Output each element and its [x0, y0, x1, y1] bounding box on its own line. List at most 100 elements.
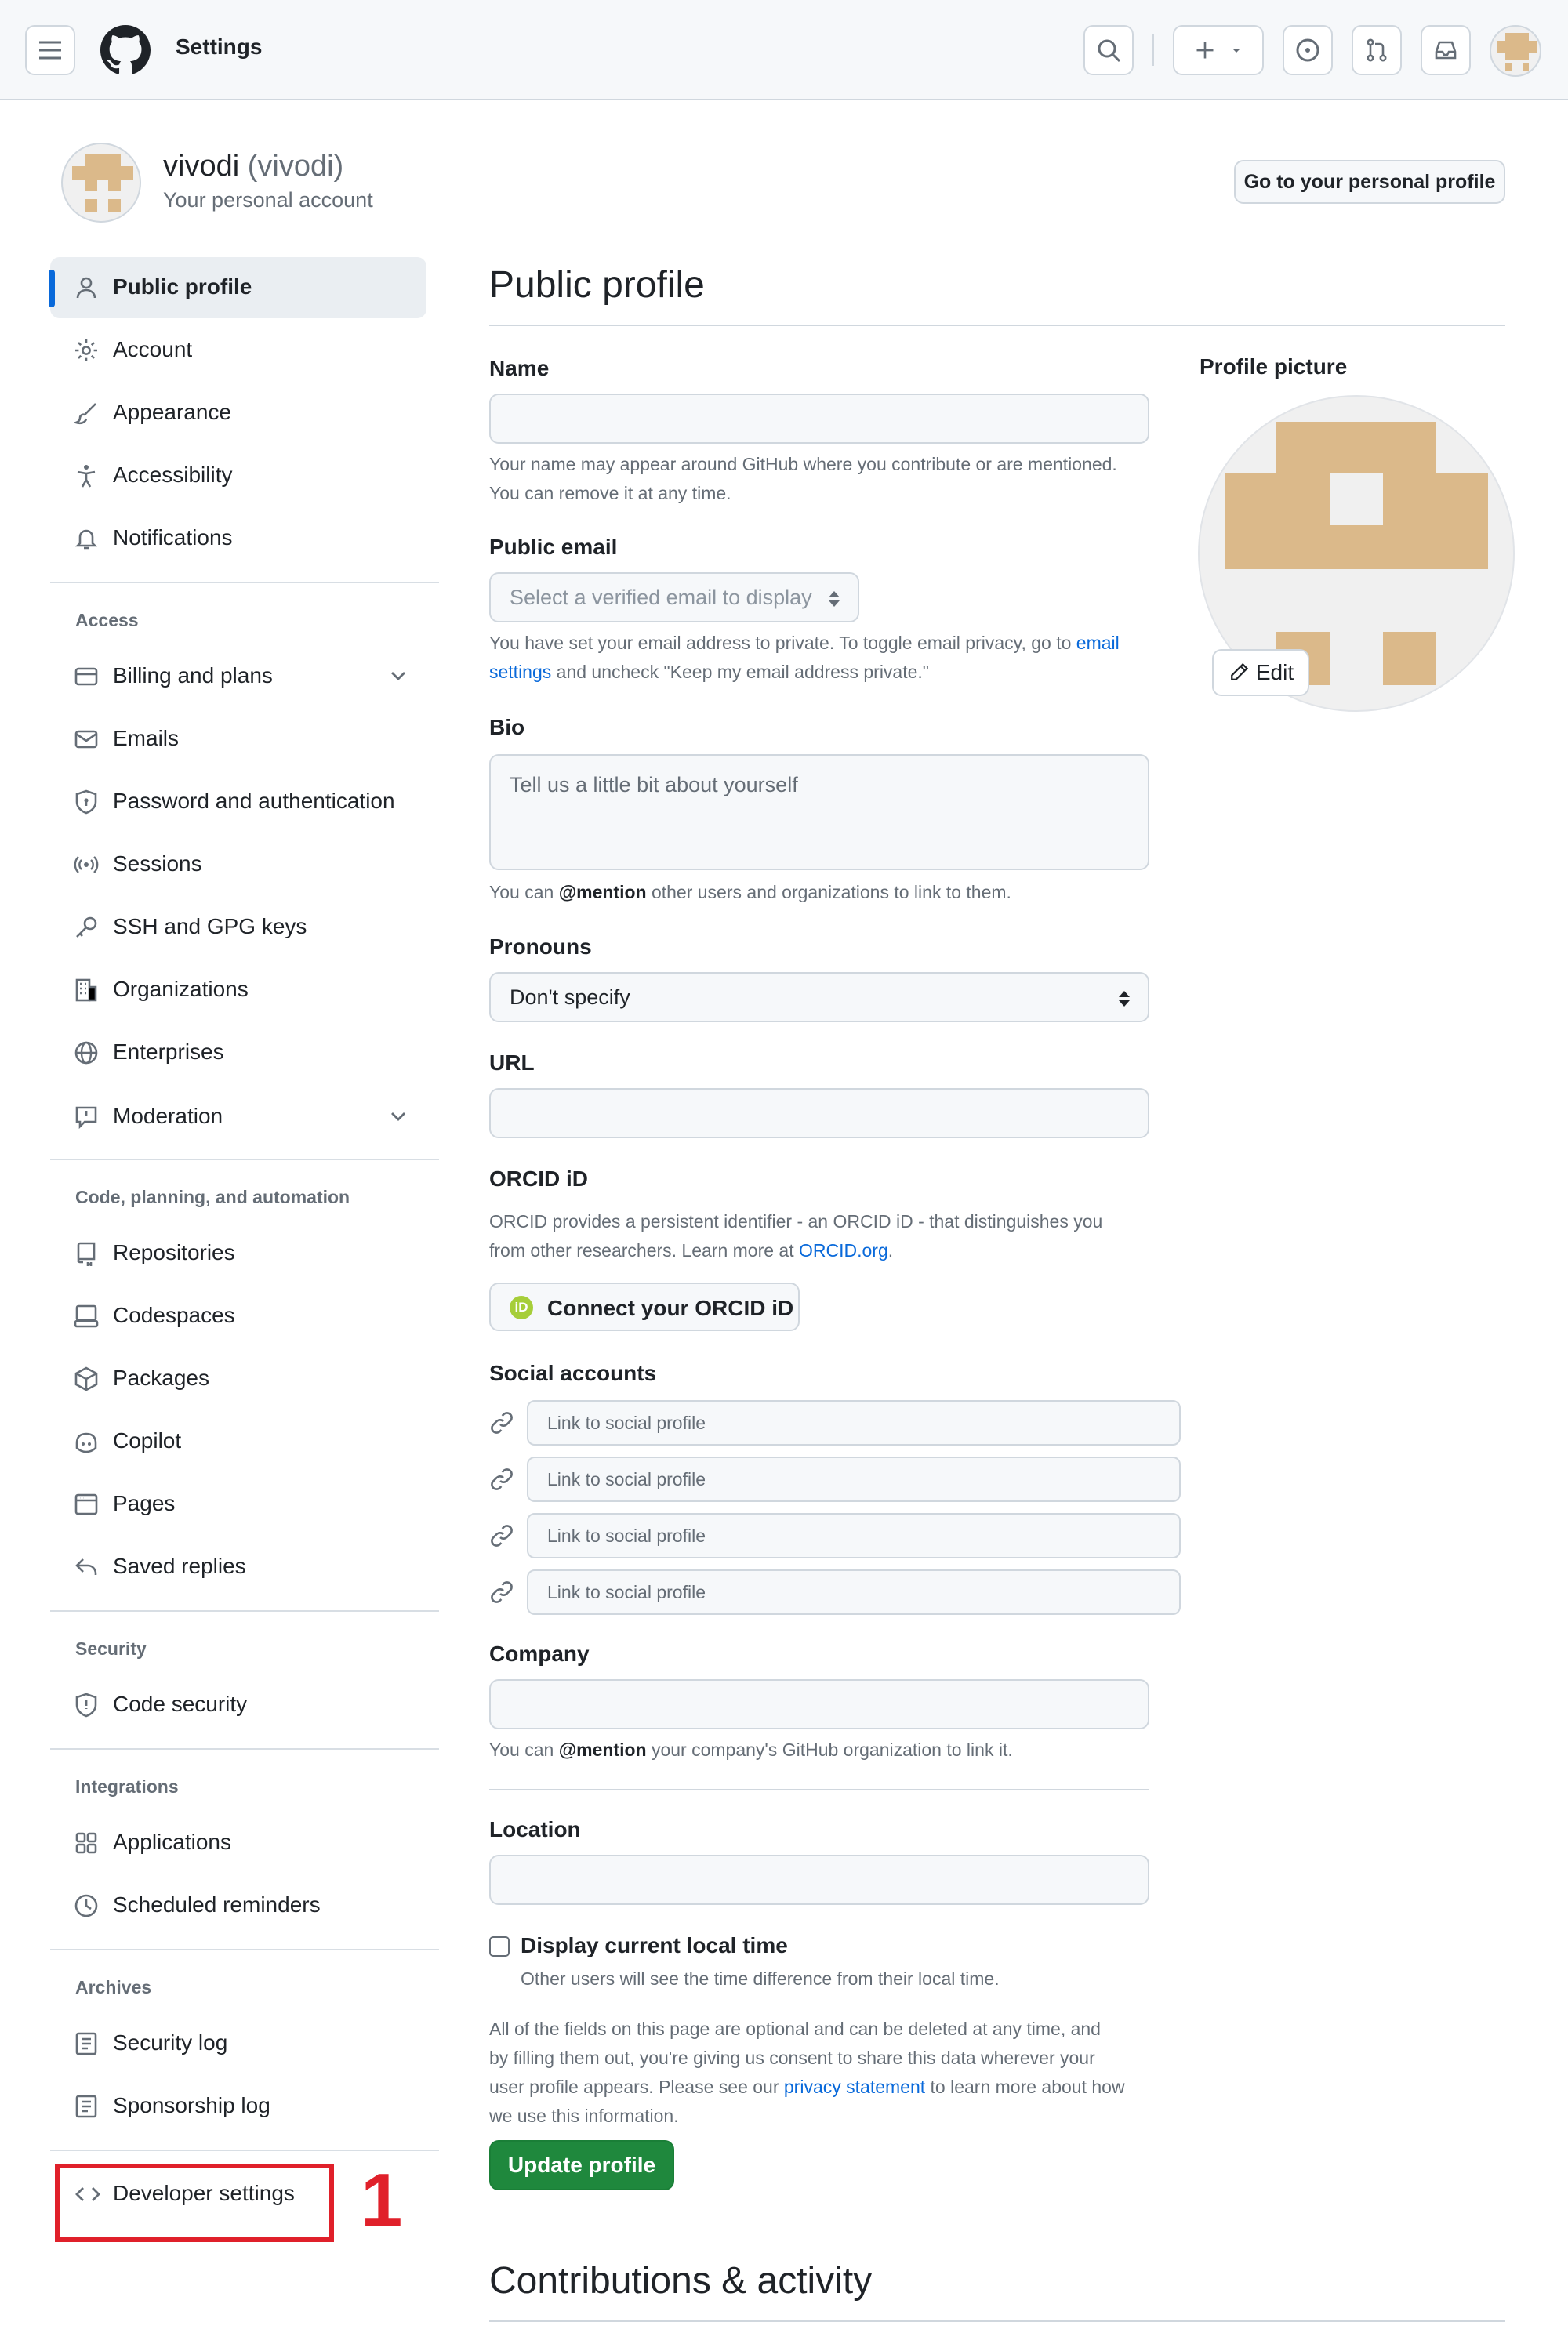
- sidebar-item-label: Password and authentication: [113, 789, 395, 813]
- sidebar-item-label: Organizations: [113, 977, 249, 1001]
- sidebar-item-security-log[interactable]: Security log: [50, 2013, 426, 2074]
- paintbrush-icon: [74, 403, 96, 425]
- name-note-line-1: Your name may appear around GitHub where…: [489, 454, 1117, 474]
- sidebar-item-applications[interactable]: Applications: [50, 1812, 426, 1874]
- social-link-input-4[interactable]: Link to social profile: [527, 1569, 1181, 1615]
- company-input[interactable]: [489, 1679, 1149, 1729]
- sidebar-item-packages[interactable]: Packages: [50, 1348, 426, 1410]
- email-settings-link[interactable]: email: [1076, 633, 1120, 653]
- name-input[interactable]: [489, 394, 1149, 444]
- email-settings-link-cont[interactable]: settings: [489, 662, 551, 682]
- sidebar-item-billing[interactable]: Billing and plans: [50, 646, 426, 707]
- company-note: You can @mention your company's GitHub o…: [489, 1736, 1156, 1765]
- section-divider: [489, 1789, 1149, 1790]
- pronouns-select-value: Don't specify: [510, 985, 630, 1009]
- company-label: Company: [489, 1642, 590, 1666]
- sidebar-item-pages[interactable]: Pages: [50, 1474, 426, 1535]
- sidebar-item-sessions[interactable]: Sessions: [50, 834, 426, 895]
- create-new-button[interactable]: [1173, 25, 1264, 75]
- page-context-title[interactable]: Settings: [176, 34, 262, 60]
- pronouns-select[interactable]: Don't specify: [489, 972, 1149, 1022]
- sidebar-item-label: Codespaces: [113, 1303, 235, 1327]
- annotation-highlight-box: [55, 2164, 334, 2242]
- user-avatar[interactable]: [1490, 25, 1541, 77]
- sidebar-item-repositories[interactable]: Repositories: [50, 1223, 426, 1284]
- bio-textarea[interactable]: Tell us a little bit about yourself: [489, 754, 1149, 870]
- footer-note-line-1: All of the fields on this page are optio…: [489, 2019, 1101, 2039]
- sidebar-item-scheduled-reminders[interactable]: Scheduled reminders: [50, 1875, 426, 1936]
- select-arrows-icon: [1119, 991, 1130, 1007]
- git-pull-request-icon: [1367, 38, 1387, 62]
- go-to-profile-button[interactable]: Go to your personal profile: [1234, 160, 1505, 204]
- sidebar-item-label: Public profile: [113, 274, 252, 299]
- footer-note-line-3b: to learn more about how: [930, 2077, 1125, 2097]
- shield-icon: [75, 1693, 97, 1718]
- reply-icon: [75, 1558, 97, 1575]
- sidebar-item-enterprises[interactable]: Enterprises: [50, 1022, 426, 1083]
- search-button[interactable]: [1083, 25, 1134, 75]
- sidebar-item-ssh-gpg[interactable]: SSH and GPG keys: [50, 897, 426, 958]
- menu-button[interactable]: [25, 25, 75, 75]
- url-label: URL: [489, 1050, 535, 1075]
- orcid-link[interactable]: ORCID.org: [799, 1240, 888, 1261]
- public-email-note: You have set your email address to priva…: [489, 629, 1156, 687]
- footer-note-line-3a: user profile appears. Please see our: [489, 2077, 779, 2097]
- issues-button[interactable]: [1283, 25, 1333, 75]
- sidebar-item-moderation[interactable]: Moderation: [50, 1087, 426, 1148]
- display-local-time-label[interactable]: Display current local time: [521, 1933, 788, 1958]
- sidebar-item-notifications[interactable]: Notifications: [50, 508, 426, 569]
- public-email-select-value: Select a verified email to display: [510, 585, 812, 609]
- log-icon: [75, 2032, 97, 2055]
- select-arrows-icon: [829, 591, 840, 607]
- github-logo[interactable]: [100, 25, 151, 75]
- sidebar-item-code-security[interactable]: Code security: [50, 1674, 426, 1736]
- edit-profile-picture-button[interactable]: Edit: [1212, 649, 1309, 696]
- sidebar-item-emails[interactable]: Emails: [50, 709, 426, 770]
- hamburger-icon: [39, 41, 61, 60]
- social-link-input-1[interactable]: Link to social profile: [527, 1400, 1181, 1446]
- sidebar-item-label: Appearance: [113, 400, 232, 424]
- pull-requests-button[interactable]: [1352, 25, 1402, 75]
- sidebar-item-appearance[interactable]: Appearance: [50, 383, 426, 444]
- profile-picture-label: Profile picture: [1200, 354, 1348, 379]
- sidebar-item-password[interactable]: Password and authentication: [50, 771, 426, 833]
- sidebar-item-sponsorship-log[interactable]: Sponsorship log: [50, 2076, 426, 2137]
- sidebar-item-account[interactable]: Account: [50, 320, 426, 381]
- sidebar-heading-integrations: Integrations: [75, 1776, 179, 1797]
- display-local-time-note: Other users will see the time difference…: [521, 1968, 1000, 1989]
- sidebar-item-codespaces[interactable]: Codespaces: [50, 1286, 426, 1347]
- sidebar-item-public-profile[interactable]: Public profile: [49, 257, 426, 318]
- apps-icon: [75, 1832, 97, 1854]
- account-name[interactable]: vivodi (vivodi): [163, 150, 343, 183]
- url-input[interactable]: [489, 1088, 1149, 1138]
- codespaces-icon: [74, 1304, 99, 1328]
- connect-orcid-button[interactable]: iD Connect your ORCID iD: [489, 1283, 800, 1331]
- person-icon: [76, 277, 96, 299]
- account-subtitle: Your personal account: [163, 188, 373, 212]
- privacy-statement-link[interactable]: privacy statement: [784, 2077, 925, 2097]
- sidebar-item-organizations[interactable]: Organizations: [50, 960, 426, 1021]
- sidebar-divider: [50, 1159, 439, 1160]
- public-email-select[interactable]: Select a verified email to display: [489, 572, 859, 622]
- company-note-text-2: your company's GitHub organization to li…: [651, 1740, 1013, 1760]
- update-profile-button[interactable]: Update profile: [489, 2140, 674, 2190]
- bell-icon: [74, 529, 98, 550]
- name-label: Name: [489, 356, 550, 380]
- sidebar-item-label: Packages: [113, 1366, 209, 1390]
- sidebar-item-label: Saved replies: [113, 1554, 246, 1578]
- sidebar-item-saved-replies[interactable]: Saved replies: [50, 1536, 426, 1598]
- sidebar-item-copilot[interactable]: Copilot: [50, 1411, 426, 1472]
- social-accounts-label: Social accounts: [489, 1361, 657, 1385]
- inbox-button[interactable]: [1421, 25, 1471, 75]
- bio-note-text-1: You can: [489, 882, 554, 902]
- credit-card-icon: [74, 667, 98, 686]
- location-input[interactable]: [489, 1855, 1149, 1905]
- globe-icon: [74, 1041, 98, 1065]
- bio-note-text-2: other users and organizations to link to…: [651, 882, 1011, 902]
- social-link-input-2[interactable]: Link to social profile: [527, 1457, 1181, 1502]
- social-link-input-3[interactable]: Link to social profile: [527, 1513, 1181, 1558]
- copilot-icon: [75, 1432, 97, 1453]
- display-local-time-checkbox[interactable]: [489, 1936, 510, 1957]
- orcid-label: ORCID iD: [489, 1166, 588, 1191]
- sidebar-item-accessibility[interactable]: Accessibility: [50, 445, 426, 506]
